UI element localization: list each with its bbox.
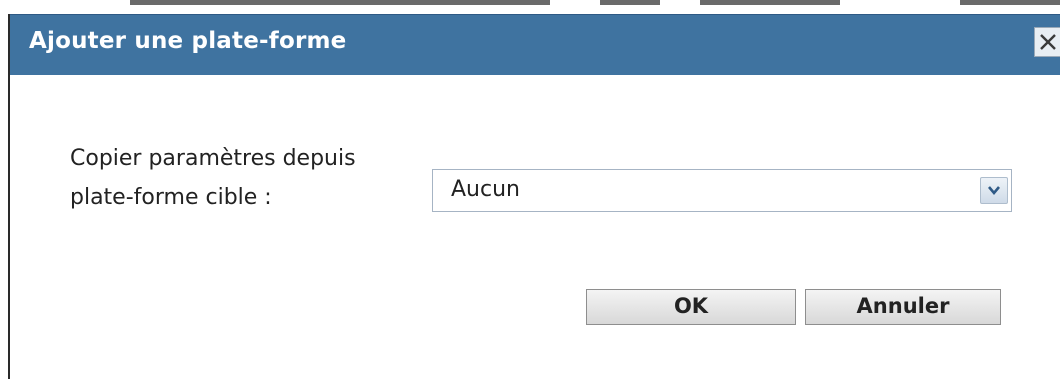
dialog-title: Ajouter une plate-forme [29,28,347,54]
close-icon [1040,34,1056,50]
copy-settings-label: Copier paramètres depuis plate-forme cib… [70,146,356,210]
select-dropdown-button[interactable] [980,177,1008,204]
dialog-titlebar: Ajouter une plate-forme [10,14,1060,75]
chevron-down-icon [988,186,1000,196]
close-button[interactable] [1034,27,1060,57]
background-page-strip [0,0,1060,14]
copy-settings-select[interactable]: Aucun [432,169,1012,212]
ok-button[interactable]: OK [586,289,796,325]
add-platform-dialog: Ajouter une plate-forme Copier paramètre… [8,14,1060,379]
select-selected-value: Aucun [451,177,520,202]
cancel-button[interactable]: Annuler [805,289,1001,325]
